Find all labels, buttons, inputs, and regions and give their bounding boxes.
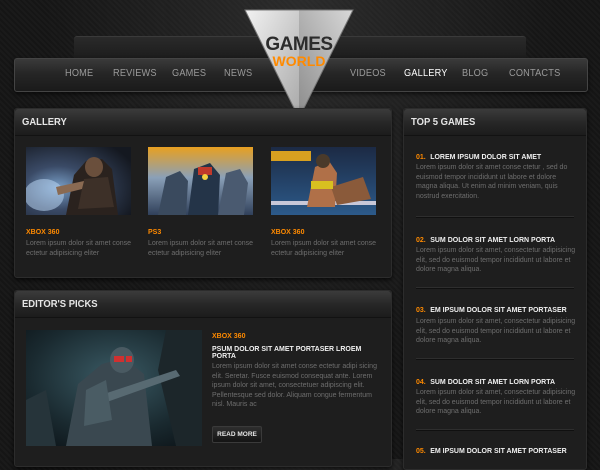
editors-headline[interactable]: PSUM DOLOR SIT AMET PORTASER LROEM PORTA — [212, 346, 382, 360]
top5-item-1-heading[interactable]: 01. LOREM IPSUM DOLOR SIT AMET — [416, 146, 541, 164]
read-more-button[interactable]: READ MORE — [212, 426, 262, 443]
top5-divider-4 — [416, 429, 574, 431]
top5-item-2-title: SUM DOLOR SIT AMET LORN PORTA — [430, 237, 556, 244]
nav-home[interactable]: HOME — [65, 68, 93, 79]
gallery-image-1 — [26, 147, 131, 215]
gallery-caption-1: Lorem ipsum dolor sit amet conse ectetur… — [26, 240, 132, 257]
gallery-caption-2: Lorem ipsum dolor sit amet conse ectetur… — [148, 240, 254, 257]
nav-videos[interactable]: VIDEOS — [350, 68, 386, 79]
gallery-platform-1: XBOX 360 — [26, 229, 60, 236]
top5-item-3-title: EM IPSUM DOLOR SIT AMET PORTASER — [430, 307, 567, 314]
nav-contacts[interactable]: CONTACTS — [509, 68, 560, 79]
top5-item-3-text: Lorem ipsum dolor sit amet, consectetur … — [416, 318, 576, 344]
gallery-title: GALLERY — [22, 116, 67, 128]
top5-item-3-heading[interactable]: 03. EM IPSUM DOLOR SIT AMET PORTASER — [416, 299, 567, 317]
top5-divider-3 — [416, 358, 574, 360]
gallery-image-2 — [148, 147, 253, 215]
top5-item-5-title: EM IPSUM DOLOR SIT AMET PORTASER — [430, 448, 567, 455]
gallery-image-3 — [271, 147, 376, 215]
top5-item-4-title: SUM DOLOR SIT AMET LORN PORTA — [430, 379, 556, 386]
top5-divider-2 — [416, 287, 574, 289]
top5-item-4-heading[interactable]: 04. SUM DOLOR SIT AMET LORN PORTA — [416, 371, 555, 389]
gallery-platform-3: XBOX 360 — [271, 229, 305, 236]
gallery-caption-3: Lorem ipsum dolor sit amet conse ectetur… — [271, 240, 377, 257]
gallery-panel-header — [15, 109, 391, 136]
editors-pick-artwork — [26, 330, 202, 446]
top5-item-4-num: 04. — [416, 379, 426, 386]
gallery-thumb-3[interactable] — [271, 147, 376, 215]
top5-item-4-text: Lorem ipsum dolor sit amet, consectetur … — [416, 389, 576, 415]
top5-item-3-num: 03. — [416, 307, 426, 314]
top5-item-1-num: 01. — [416, 154, 426, 161]
nav-reviews[interactable]: REVIEWS — [113, 68, 157, 79]
nav-gallery[interactable]: GALLERY — [404, 68, 448, 79]
logo-text-world: WORLD — [272, 53, 326, 69]
top5-item-2-heading[interactable]: 02. SUM DOLOR SIT AMET LORN PORTA — [416, 229, 555, 247]
top5-title: TOP 5 GAMES — [411, 116, 476, 128]
editors-pick-image[interactable] — [26, 330, 202, 446]
editors-text: Lorem ipsum dolor sit amet conse ectetur… — [212, 363, 377, 408]
top5-item-2-text: Lorem ipsum dolor sit amet, consectetur … — [416, 247, 576, 273]
editors-platform: XBOX 360 — [212, 333, 246, 340]
nav-games[interactable]: GAMES — [172, 68, 206, 79]
gallery-thumb-1[interactable] — [26, 147, 131, 215]
top5-item-5-num: 05. — [416, 448, 426, 455]
top5-divider-1 — [416, 216, 574, 218]
top5-item-5-heading[interactable]: 05. EM IPSUM DOLOR SIT AMET PORTASER — [416, 440, 567, 458]
nav-blog[interactable]: BLOG — [462, 68, 488, 79]
editors-picks-title: EDITOR'S PICKS — [22, 298, 98, 310]
gallery-platform-2: PS3 — [148, 229, 162, 236]
top5-item-2-num: 02. — [416, 237, 426, 244]
top5-item-1-text: Lorem ipsum dolor sit amet conse ctetur … — [416, 164, 568, 200]
gallery-thumb-2[interactable] — [148, 147, 253, 215]
top5-item-1-title: LOREM IPSUM DOLOR SIT AMET — [430, 154, 542, 161]
